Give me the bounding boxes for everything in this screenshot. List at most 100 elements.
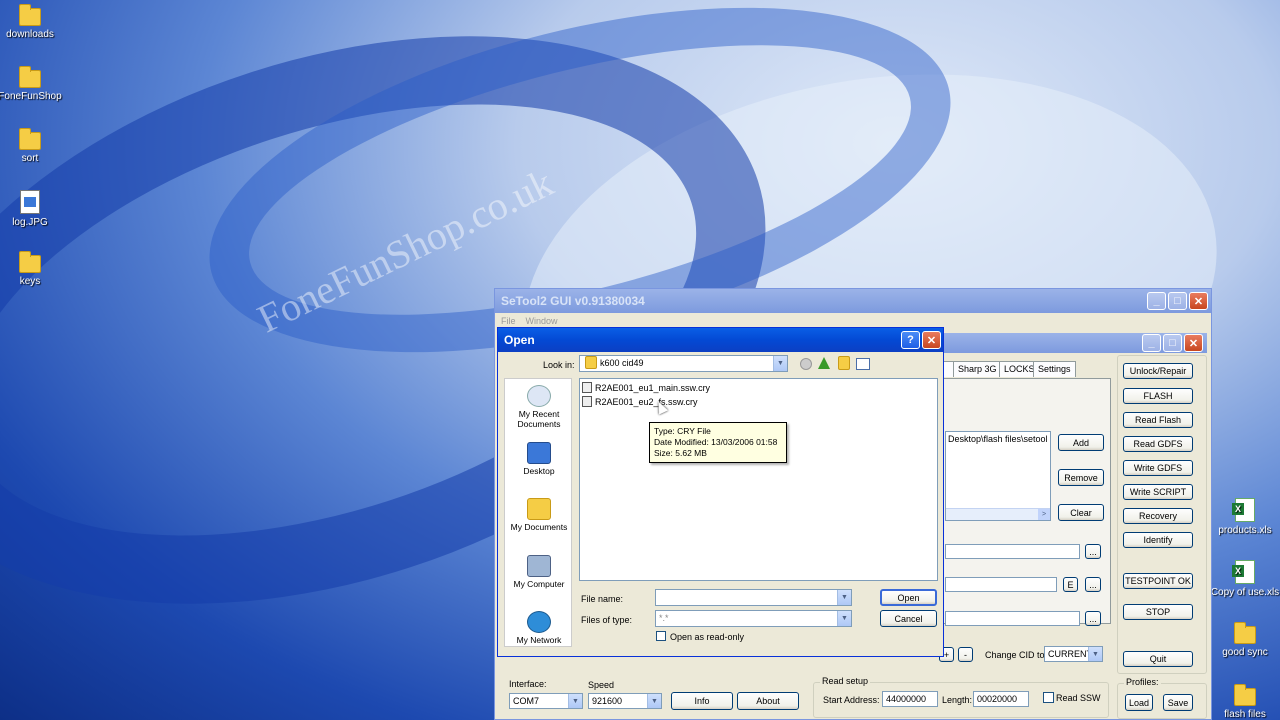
place-my-documents[interactable]: My Documents: [505, 498, 573, 532]
length-field[interactable]: 00020000: [973, 691, 1029, 707]
length-label: Length:: [942, 695, 973, 705]
read-setup-title: Read setup: [820, 676, 871, 686]
desktop-icon-downloads[interactable]: downloads: [0, 4, 65, 40]
close-icon[interactable]: ✕: [1189, 292, 1208, 310]
maximize-icon[interactable]: □: [1163, 334, 1182, 352]
testpoint-ok-button[interactable]: TESTPOINT OK: [1123, 573, 1193, 589]
speed-label: Speed: [588, 680, 615, 690]
setool-title: SeTool2 GUI v0.91380034: [501, 294, 645, 308]
browse-button[interactable]: ...: [1085, 611, 1101, 626]
tab-sharp-3g[interactable]: Sharp 3G: [953, 361, 1002, 377]
read-flash-button[interactable]: Read Flash: [1123, 412, 1193, 428]
folder-icon: [19, 4, 41, 26]
desktop-icon-sort[interactable]: sort: [0, 128, 65, 164]
computer-icon: [527, 555, 551, 577]
file-tooltip: Type: CRY File Date Modified: 13/03/2006…: [649, 422, 787, 463]
file-name-field[interactable]: ▼: [655, 589, 852, 606]
desktop-icon: [527, 442, 551, 464]
chevron-down-icon[interactable]: ▼: [837, 611, 851, 626]
file-icon: [582, 396, 592, 407]
read-only-checkbox[interactable]: [656, 631, 666, 641]
add-button[interactable]: Add: [1058, 434, 1104, 451]
desktop-icon-good-sync[interactable]: good sync: [1210, 622, 1280, 658]
open-dialog: Open ? ✕ Look in: k600 cid49 ▼ My Recent…: [497, 327, 944, 657]
chevron-down-icon[interactable]: ▼: [568, 694, 582, 708]
interface-select[interactable]: COM7 ▼: [509, 693, 583, 709]
close-icon[interactable]: ✕: [922, 331, 941, 349]
stop-button[interactable]: STOP: [1123, 604, 1193, 620]
flash-file-list[interactable]: Desktop\flash files\setool f >: [945, 431, 1051, 521]
info-button[interactable]: Info: [671, 692, 733, 710]
read-gdfs-button[interactable]: Read GDFS: [1123, 436, 1193, 452]
desktop-icon-log-jpg[interactable]: log.JPG: [0, 190, 65, 228]
chevron-down-icon[interactable]: ▼: [647, 694, 661, 708]
start-address-field[interactable]: 44000000: [882, 691, 938, 707]
desktop-icon-flash-files[interactable]: flash files: [1210, 684, 1280, 720]
flash-button[interactable]: FLASH: [1123, 388, 1193, 404]
image-file-icon: [20, 190, 40, 214]
place-my-recent-documents[interactable]: My Recent Documents: [505, 385, 573, 429]
chevron-down-icon[interactable]: ▼: [837, 590, 851, 605]
file-item[interactable]: R2AE001_eu2_fs.ssw.cry: [582, 396, 698, 407]
up-folder-icon[interactable]: [818, 357, 830, 369]
tab-settings[interactable]: Settings: [1033, 361, 1076, 377]
chevron-right-icon[interactable]: >: [1038, 509, 1050, 520]
help-icon[interactable]: ?: [901, 331, 920, 349]
desktop-icon-products-xls[interactable]: products.xls: [1210, 498, 1280, 536]
path-field-2[interactable]: [945, 577, 1057, 592]
path-field-1[interactable]: [945, 544, 1080, 559]
browse-button[interactable]: ...: [1085, 544, 1101, 559]
look-in-select[interactable]: k600 cid49 ▼: [579, 355, 788, 372]
cid-select[interactable]: CURRENT ▼: [1044, 646, 1103, 662]
horizontal-scrollbar[interactable]: >: [946, 508, 1050, 520]
folder-icon: [585, 356, 597, 369]
new-folder-icon[interactable]: [838, 356, 850, 370]
remove-button[interactable]: Remove: [1058, 469, 1104, 486]
network-globe-icon: [527, 611, 551, 633]
about-button[interactable]: About: [737, 692, 799, 710]
views-menu-icon[interactable]: [856, 358, 870, 370]
identify-button[interactable]: Identify: [1123, 532, 1193, 548]
file-icon: [582, 382, 592, 393]
chevron-down-icon[interactable]: ▼: [773, 356, 787, 371]
place-desktop[interactable]: Desktop: [505, 442, 573, 476]
start-address-label: Start Address:: [823, 695, 880, 705]
interface-label: Interface:: [509, 679, 547, 689]
unlock-repair-button[interactable]: Unlock/Repair: [1123, 363, 1193, 379]
minimize-icon[interactable]: _: [1142, 334, 1161, 352]
desktop-icon-copy-of-use-xls[interactable]: Copy of use.xls: [1210, 560, 1280, 598]
write-gdfs-button[interactable]: Write GDFS: [1123, 460, 1193, 476]
minimize-icon[interactable]: _: [1147, 292, 1166, 310]
speed-select[interactable]: 921600 ▼: [588, 693, 662, 709]
save-profile-button[interactable]: Save: [1163, 694, 1193, 711]
place-my-network[interactable]: My Network: [505, 611, 573, 645]
chevron-down-icon[interactable]: ▼: [1088, 647, 1102, 661]
recovery-button[interactable]: Recovery: [1123, 508, 1193, 524]
cancel-button[interactable]: Cancel: [880, 610, 937, 627]
open-button[interactable]: Open: [880, 589, 937, 606]
setool-titlebar: SeTool2 GUI v0.91380034 _ □ ✕: [495, 289, 1211, 313]
desktop-icon-fonefunshop[interactable]: FoneFunShop: [0, 66, 65, 102]
load-profile-button[interactable]: Load: [1125, 694, 1153, 711]
path-field-3[interactable]: [945, 611, 1080, 626]
browse-button[interactable]: ...: [1085, 577, 1101, 592]
clear-button[interactable]: Clear: [1058, 504, 1104, 521]
e-button[interactable]: E: [1063, 577, 1078, 592]
read-only-label: Open as read-only: [670, 632, 745, 642]
folder-icon: [19, 128, 41, 150]
cid-label: Change CID to: [985, 650, 1045, 660]
desktop-icon-keys[interactable]: keys: [0, 251, 65, 287]
maximize-icon[interactable]: □: [1168, 292, 1187, 310]
excel-file-icon: [1232, 560, 1255, 584]
read-ssw-checkbox[interactable]: [1043, 692, 1054, 703]
back-icon[interactable]: [800, 358, 812, 370]
files-of-type-select[interactable]: *.* ▼: [655, 610, 852, 627]
open-dialog-title: Open: [504, 333, 535, 347]
minus-button[interactable]: -: [958, 647, 973, 662]
close-icon[interactable]: ✕: [1184, 334, 1203, 352]
quit-button[interactable]: Quit: [1123, 651, 1193, 667]
file-item[interactable]: R2AE001_eu1_main.ssw.cry: [582, 382, 710, 393]
write-script-button[interactable]: Write SCRIPT: [1123, 484, 1193, 500]
files-of-type-label: Files of type:: [581, 615, 633, 625]
place-my-computer[interactable]: My Computer: [505, 555, 573, 589]
